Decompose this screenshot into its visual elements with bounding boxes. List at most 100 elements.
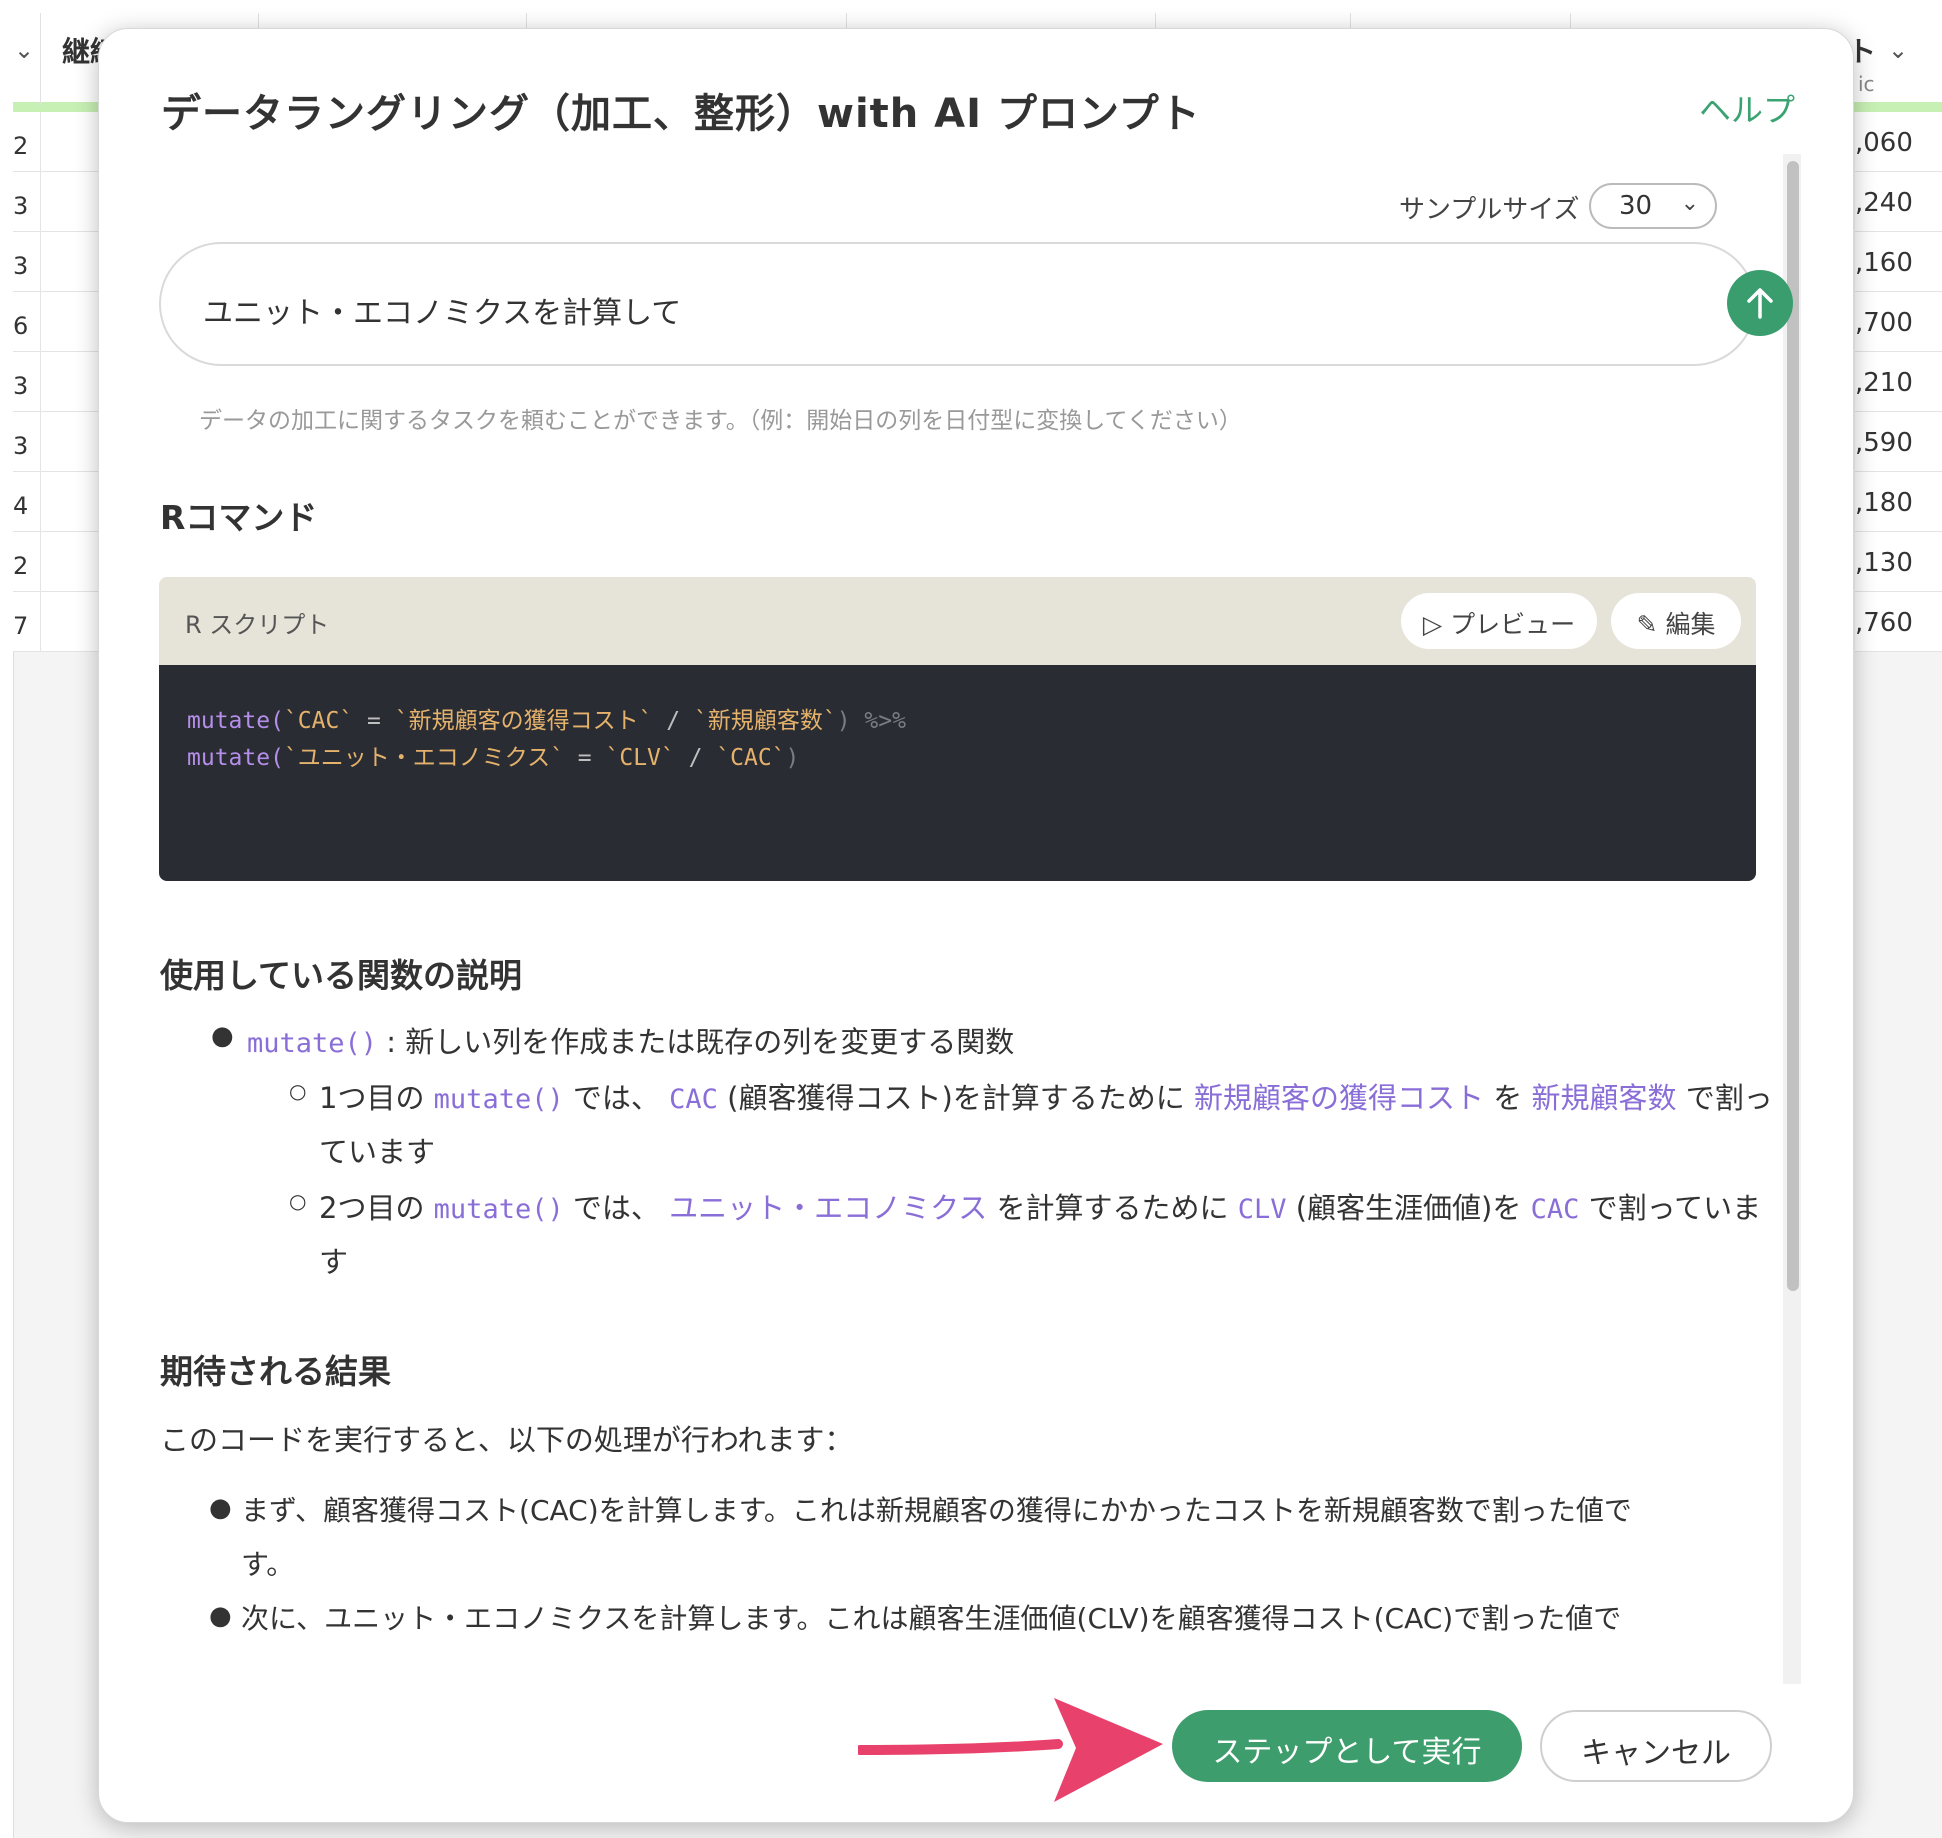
scrollbar-thumb[interactable] bbox=[1787, 161, 1799, 1291]
send-button[interactable] bbox=[1727, 270, 1793, 336]
table-cell: ,590 bbox=[1855, 412, 1942, 472]
table-cell: 2 bbox=[13, 112, 98, 172]
table-cell: ,180 bbox=[1855, 472, 1942, 532]
run-as-step-button[interactable]: ステップとして実行 bbox=[1172, 1710, 1522, 1782]
sub-item-2: 2つ目の mutate() では、 ユニット・エコノミクス を計算するために C… bbox=[319, 1185, 1761, 1227]
r-script-panel: R スクリプト ▷ プレビュー ✎ 編集 mutate(`CAC` = `新規顧… bbox=[159, 577, 1756, 881]
text: 2つ目の bbox=[319, 1191, 434, 1225]
code-paren: ) bbox=[836, 708, 851, 734]
code-paren: ) bbox=[785, 745, 800, 771]
play-icon: ▷ bbox=[1422, 610, 1443, 639]
table-cell: ,700 bbox=[1855, 292, 1942, 352]
text: 1つ目の bbox=[319, 1081, 434, 1115]
preview-button[interactable]: ▷ プレビュー bbox=[1401, 593, 1597, 649]
table-cell: 3 bbox=[13, 412, 98, 472]
func-item: mutate() : 新しい列を作成または既存の列を変更する関数 bbox=[247, 1019, 1014, 1061]
preview-label: プレビュー bbox=[1450, 610, 1576, 639]
arrow-up-icon bbox=[1747, 288, 1773, 319]
code-pipe: %>% bbox=[850, 708, 906, 734]
code-function: mutate( bbox=[187, 745, 284, 771]
inline-code: mutate() bbox=[433, 1194, 564, 1225]
code-string: `CAC` bbox=[283, 708, 354, 734]
r-script-label: R スクリプト bbox=[185, 611, 330, 639]
functions-heading: 使用している関数の説明 bbox=[160, 956, 523, 995]
bullet-dot: ● bbox=[209, 1493, 232, 1523]
right-row-cells: ,060 ,240 ,160 ,700 ,210 ,590 ,180 ,130 … bbox=[1855, 112, 1942, 652]
edit-icon: ✎ bbox=[1636, 610, 1658, 639]
inline-code: CAC bbox=[669, 1084, 718, 1115]
table-cell: ,760 bbox=[1855, 592, 1942, 652]
edit-button[interactable]: ✎ 編集 bbox=[1611, 593, 1741, 649]
table-cell: 2 bbox=[13, 532, 98, 592]
code-line: mutate(`CAC` = `新規顧客の獲得コスト` / `新規顧客数`) %… bbox=[187, 703, 1756, 740]
code-string: `ユニット・エコノミクス` bbox=[283, 745, 564, 771]
expected-item-1-cont: す。 bbox=[241, 1548, 295, 1581]
table-cell: ,240 bbox=[1855, 172, 1942, 232]
text: (顧客生涯価値)を bbox=[1286, 1191, 1531, 1225]
table-cell: ,160 bbox=[1855, 232, 1942, 292]
r-script-code[interactable]: mutate(`CAC` = `新規顧客の獲得コスト` / `新規顧客数`) %… bbox=[159, 665, 1756, 881]
text: で割っ bbox=[1676, 1081, 1773, 1115]
text: を計算するために bbox=[987, 1191, 1238, 1225]
sample-size-select[interactable]: 30 ⌄ bbox=[1589, 183, 1717, 229]
r-script-header: R スクリプト ▷ プレビュー ✎ 編集 bbox=[159, 577, 1756, 665]
table-cell: ,130 bbox=[1855, 532, 1942, 592]
bullet-circle: ○ bbox=[289, 1189, 307, 1213]
bullet-circle: ○ bbox=[289, 1079, 307, 1103]
sub-item-2-cont: す bbox=[319, 1245, 349, 1279]
code-string: `CAC` bbox=[716, 745, 786, 771]
inline-code: CLV bbox=[1237, 1194, 1287, 1225]
sub-item-1: 1つ目の mutate() では、 CAC (顧客獲得コスト)を計算するために … bbox=[319, 1075, 1773, 1117]
code-function: mutate( bbox=[187, 708, 284, 734]
chevron-down-icon: ⌄ bbox=[1680, 191, 1699, 216]
code-string: `新規顧客の獲得コスト` bbox=[394, 708, 653, 734]
column-reference: ユニット・エコノミクス bbox=[669, 1191, 988, 1225]
table-cell: 7 bbox=[13, 592, 98, 652]
table-cell: 3 bbox=[13, 352, 98, 412]
cancel-button[interactable]: キャンセル bbox=[1540, 1710, 1772, 1782]
prompt-hint: データの加工に関するタスクを頼むことができます。（例：開始日の列を日付型に変換し… bbox=[199, 408, 1242, 434]
expected-item-2: 次に、ユニット・エコノミクスを計算します。これは顧客生涯価値(CLV)を顧客獲得… bbox=[241, 1602, 1622, 1635]
prompt-input-value[interactable]: ユニット・エコノミクスを計算して bbox=[203, 288, 681, 332]
bullet-dot: ● bbox=[209, 1601, 232, 1631]
column-type-right: ic bbox=[1858, 72, 1875, 96]
code-string: `新規顧客数` bbox=[693, 708, 837, 734]
table-cell: ,210 bbox=[1855, 352, 1942, 412]
code-string: `CLV` bbox=[605, 745, 675, 771]
dialog-title: データラングリング（加工、整形）with AI プロンプト bbox=[161, 91, 1201, 137]
inline-code: mutate() bbox=[433, 1084, 564, 1115]
column-reference: 新規顧客の獲得コスト bbox=[1194, 1081, 1485, 1115]
sub-item-1-cont: ています bbox=[319, 1135, 436, 1169]
table-cell: 3 bbox=[13, 172, 98, 232]
table-cell: 6 bbox=[13, 292, 98, 352]
func-code: mutate() bbox=[247, 1028, 378, 1059]
code-operator: = bbox=[353, 708, 395, 734]
func-desc: : 新しい列を作成または既存の列を変更する関数 bbox=[377, 1025, 1015, 1059]
annotation-arrow-icon bbox=[858, 1698, 1163, 1802]
chevron-down-icon[interactable]: ⌄ bbox=[1888, 36, 1908, 64]
inline-code: CAC bbox=[1530, 1194, 1580, 1225]
table-cell: 3 bbox=[13, 232, 98, 292]
code-operator: / bbox=[652, 708, 694, 734]
help-link[interactable]: ヘルプ bbox=[1699, 85, 1795, 131]
sample-size-label: サンプルサイズ bbox=[1399, 195, 1580, 225]
column-divider bbox=[40, 112, 41, 652]
code-operator: = bbox=[563, 745, 606, 771]
table-cell: 4 bbox=[13, 472, 98, 532]
text: では、 bbox=[563, 1081, 670, 1115]
text: を bbox=[1484, 1081, 1532, 1115]
text: で割っていま bbox=[1579, 1191, 1762, 1225]
sample-size-value: 30 bbox=[1619, 191, 1653, 221]
r-command-heading: Rコマンド bbox=[160, 498, 318, 537]
table-cell: ,060 bbox=[1855, 112, 1942, 172]
code-operator: / bbox=[674, 745, 717, 771]
edit-label: 編集 bbox=[1665, 610, 1716, 639]
expected-item-1: まず、顧客獲得コスト(CAC)を計算します。これは新規顧客の獲得にかかったコスト… bbox=[241, 1494, 1632, 1527]
code-line: mutate(`ユニット・エコノミクス` = `CLV` / `CAC`) bbox=[187, 740, 1756, 777]
ai-prompt-dialog: データラングリング（加工、整形）with AI プロンプト ヘルプ サンプルサイ… bbox=[98, 28, 1854, 1823]
column-divider bbox=[40, 13, 41, 105]
prompt-input[interactable]: ユニット・エコノミクスを計算して bbox=[159, 242, 1756, 366]
expected-results-heading: 期待される結果 bbox=[160, 1352, 391, 1391]
column-reference: 新規顧客数 bbox=[1531, 1081, 1677, 1115]
text: では、 bbox=[563, 1191, 670, 1225]
